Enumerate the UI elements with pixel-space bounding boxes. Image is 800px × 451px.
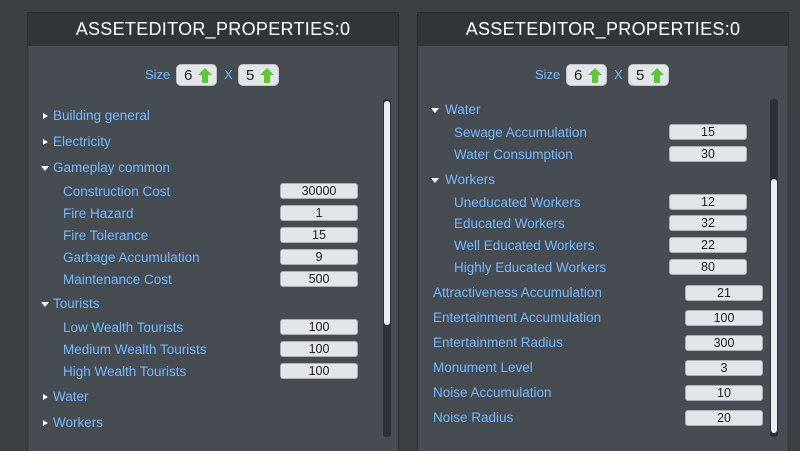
property-label: Garbage Accumulation xyxy=(63,250,200,265)
triangle-right-icon[interactable] xyxy=(40,137,50,147)
construction-cost-input[interactable]: 30000 xyxy=(280,183,358,199)
well-educated-workers-input[interactable]: 22 xyxy=(669,237,747,253)
triangle-right-icon[interactable] xyxy=(40,392,50,402)
property-tree: Water Sewage Accumulation 15 Water Consu… xyxy=(418,13,788,451)
entertainment-accumulation-input[interactable]: 100 xyxy=(685,310,763,326)
maintenance-cost-input[interactable]: 500 xyxy=(280,271,358,287)
section-label: Water xyxy=(445,102,481,117)
water-consumption-input[interactable]: 30 xyxy=(669,146,747,162)
property-label: Educated Workers xyxy=(454,216,565,231)
garbage-accumulation-input[interactable]: 9 xyxy=(280,249,358,265)
scrollbar-thumb[interactable] xyxy=(771,179,777,433)
property-label: Entertainment Radius xyxy=(433,335,563,350)
property-label: Entertainment Accumulation xyxy=(433,310,602,325)
section-label: Gameplay common xyxy=(53,160,171,175)
medium-wealth-tourists-input[interactable]: 100 xyxy=(280,341,358,357)
property-label: Construction Cost xyxy=(63,184,171,199)
triangle-down-icon[interactable] xyxy=(430,105,440,115)
triangle-right-icon[interactable] xyxy=(40,418,50,428)
triangle-down-icon[interactable] xyxy=(40,163,50,173)
fire-tolerance-input[interactable]: 15 xyxy=(280,227,358,243)
triangle-right-icon[interactable] xyxy=(40,111,50,121)
monument-level-input[interactable]: 3 xyxy=(685,360,763,376)
scrollbar-track[interactable] xyxy=(770,99,778,437)
property-label: Noise Radius xyxy=(433,410,514,425)
property-label: Water Consumption xyxy=(454,147,573,162)
low-wealth-tourists-input[interactable]: 100 xyxy=(280,319,358,335)
section-label: Workers xyxy=(53,415,104,430)
property-label: Uneducated Workers xyxy=(454,195,581,210)
property-label: Attractiveness Accumulation xyxy=(433,285,602,300)
scrollbar-track[interactable] xyxy=(383,99,391,437)
property-label: Highly Educated Workers xyxy=(454,260,607,275)
entertainment-radius-input[interactable]: 300 xyxy=(685,335,763,351)
section-label: Workers xyxy=(445,172,496,187)
property-label: Fire Hazard xyxy=(63,206,134,221)
noise-radius-input[interactable]: 20 xyxy=(685,410,763,426)
section-label: Electricity xyxy=(53,134,111,149)
scrollbar-thumb[interactable] xyxy=(384,101,390,325)
property-label: Noise Accumulation xyxy=(433,385,552,400)
triangle-down-icon[interactable] xyxy=(40,299,50,309)
property-label: Maintenance Cost xyxy=(63,272,172,287)
educated-workers-input[interactable]: 32 xyxy=(669,215,747,231)
sewage-accumulation-input[interactable]: 15 xyxy=(669,124,747,140)
uneducated-workers-input[interactable]: 12 xyxy=(669,194,747,210)
high-wealth-tourists-input[interactable]: 100 xyxy=(280,363,358,379)
attractiveness-accumulation-input[interactable]: 21 xyxy=(685,285,763,301)
triangle-down-icon[interactable] xyxy=(430,175,440,185)
property-label: Low Wealth Tourists xyxy=(63,320,184,335)
property-label: Sewage Accumulation xyxy=(454,125,587,140)
property-tree: Building general Electricity Gameplay co… xyxy=(28,13,398,451)
noise-accumulation-input[interactable]: 10 xyxy=(685,385,763,401)
property-label: High Wealth Tourists xyxy=(63,364,187,379)
fire-hazard-input[interactable]: 1 xyxy=(280,205,358,221)
property-label: Well Educated Workers xyxy=(454,238,595,253)
section-label: Tourists xyxy=(53,296,100,311)
property-label: Monument Level xyxy=(433,360,533,375)
section-label: Building general xyxy=(53,108,150,123)
properties-panel-right: ASSETEDITOR_PROPERTIES:0 Size 6 X 5 Wate… xyxy=(417,12,789,451)
property-label: Fire Tolerance xyxy=(63,228,149,243)
section-label: Water xyxy=(53,389,89,404)
properties-panel-left: ASSETEDITOR_PROPERTIES:0 Size 6 X 5 Buil… xyxy=(27,12,399,451)
property-label: Medium Wealth Tourists xyxy=(63,342,207,357)
highly-educated-workers-input[interactable]: 80 xyxy=(669,259,747,275)
